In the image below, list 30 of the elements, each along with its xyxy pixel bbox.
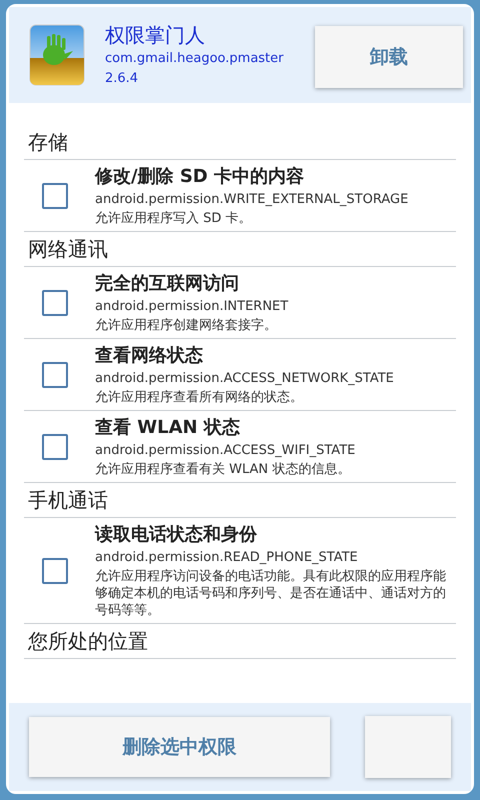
uninstall-button[interactable]: 卸载 xyxy=(315,26,463,88)
checkbox[interactable] xyxy=(42,290,68,316)
permission-description: 允许应用程序访问设备的电话功能。具有此权限的应用程序能够确定本机的电话号码和序列号、是否在通话中、通话对方的号码等等。 xyxy=(95,568,447,619)
permission-name: android.permission.READ_PHONE_STATE xyxy=(95,549,359,567)
version-text: 2.6.4 xyxy=(105,70,140,88)
permission-name: android.permission.ACCESS_WIFI_STATE xyxy=(95,442,356,460)
section-header: 网络通讯 xyxy=(28,237,108,261)
checkbox[interactable] xyxy=(42,182,68,208)
app-icon xyxy=(29,24,85,86)
permission-title: 修改/删除 SD 卡中的内容 xyxy=(95,165,306,189)
permission-name: android.permission.ACCESS_NETWORK_STATE xyxy=(95,370,394,388)
permission-title: 查看网络状态 xyxy=(95,344,204,368)
section-header: 存储 xyxy=(28,130,68,154)
app-name: 权限掌门人 xyxy=(105,22,206,49)
permission-title: 完全的互联网访问 xyxy=(95,272,240,296)
package-name: com.gmail.heagoo.pmaster xyxy=(105,50,284,68)
remove-permissions-button[interactable]: 删除选中权限 xyxy=(29,717,330,777)
permission-title: 查看 WLAN 状态 xyxy=(95,416,241,440)
checkbox[interactable] xyxy=(42,362,68,388)
permission-title: 读取电话状态和身份 xyxy=(95,523,258,547)
section-header: 手机通话 xyxy=(28,488,108,512)
permission-name: android.permission.INTERNET xyxy=(95,298,288,316)
checkbox[interactable] xyxy=(42,434,68,460)
checkbox[interactable] xyxy=(42,558,68,584)
permission-name: android.permission.WRITE_EXTERNAL_STORAGE xyxy=(95,191,408,209)
permission-description: 允许应用程序查看有关 WLAN 状态的信息。 xyxy=(95,461,352,478)
permission-description: 允许应用程序查看所有网络的状态。 xyxy=(95,389,304,406)
section-header: 您所处的位置 xyxy=(28,629,148,653)
permission-description: 允许应用程序创建网络套接字。 xyxy=(95,317,278,334)
permission-description: 允许应用程序写入 SD 卡。 xyxy=(95,210,253,227)
